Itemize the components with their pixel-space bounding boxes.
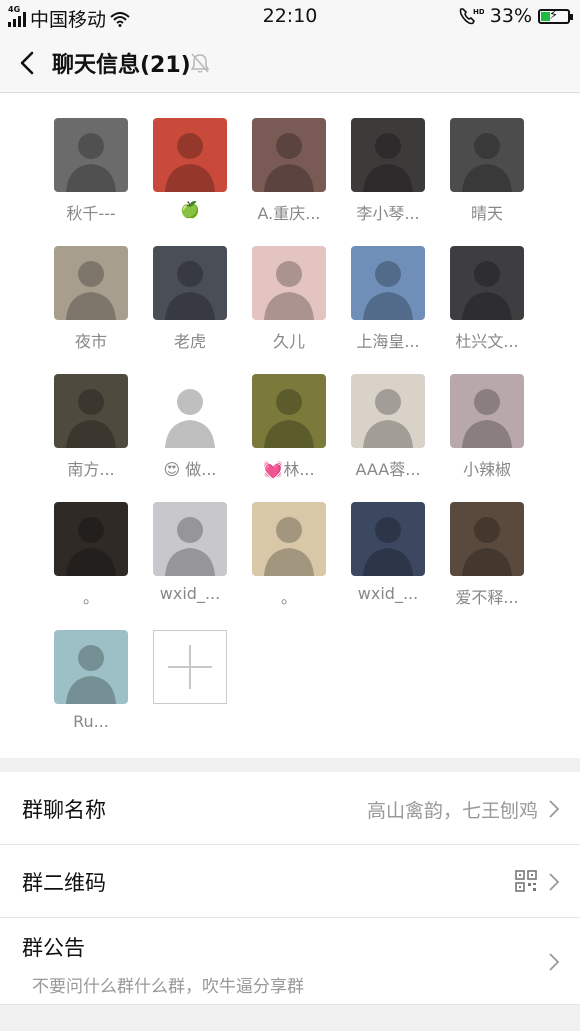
nav-bar: 聊天信息(21) (0, 34, 580, 93)
group-qr-row[interactable]: 群二维码 (0, 845, 580, 918)
member-item[interactable]: AAA蓉... (343, 374, 433, 480)
avatar (54, 630, 128, 704)
member-item[interactable]: 。 (46, 502, 136, 608)
battery-icon: ⚡ (538, 8, 573, 24)
avatar (252, 502, 326, 576)
member-name: 秋千--- (66, 204, 116, 223)
hd-call-icon: HD (459, 8, 484, 25)
chevron-right-icon (549, 953, 560, 971)
battery-percent: 33% (489, 5, 532, 27)
avatar (252, 118, 326, 192)
avatar (450, 246, 524, 320)
member-name: 李小琴... (356, 204, 420, 223)
avatar (450, 502, 524, 576)
group-notice-text: 不要问什么群什么群，吹牛逼分享群 (32, 977, 304, 997)
member-item[interactable]: wxid_... (145, 502, 235, 603)
member-name: 🍏 (180, 200, 200, 219)
member-name: AAA蓉... (355, 460, 421, 479)
member-item[interactable]: 秋千--- (46, 118, 136, 224)
member-item[interactable]: 夜市 (46, 246, 136, 352)
avatar (252, 374, 326, 448)
member-grid: 秋千--- 🍏 A.重庆... 李小琴... 晴天夜市 老虎 久儿 上海皇... 杜兴文... 南… (0, 93, 580, 758)
avatar (153, 502, 227, 576)
chevron-right-icon (549, 873, 560, 891)
group-name-label: 群聊名称 (22, 798, 106, 822)
member-item[interactable]: 晴天 (442, 118, 532, 224)
member-item[interactable]: 杜兴文... (442, 246, 532, 352)
avatar (54, 246, 128, 320)
avatar (54, 502, 128, 576)
add-member-button[interactable] (145, 630, 235, 704)
member-item[interactable]: 小辣椒 (442, 374, 532, 480)
member-name: 。 (280, 588, 297, 607)
avatar (54, 118, 128, 192)
member-name: 😍 做... (163, 460, 217, 479)
member-name: Ru... (73, 712, 109, 731)
group-qr-label: 群二维码 (22, 871, 106, 895)
member-item[interactable]: 。 (244, 502, 334, 608)
member-name: wxid_... (357, 584, 419, 603)
member-item[interactable]: Ru... (46, 630, 136, 731)
group-name-value: 高山禽韵，七王刨鸡 (366, 800, 538, 822)
member-name: A.重庆... (257, 204, 321, 223)
member-name: 杜兴文... (455, 332, 519, 351)
member-name: 爱不释... (455, 588, 519, 607)
avatar (351, 246, 425, 320)
member-item[interactable]: 老虎 (145, 246, 235, 352)
member-item[interactable]: A.重庆... (244, 118, 334, 224)
member-name: 老虎 (173, 332, 206, 351)
avatar (153, 118, 227, 192)
plus-icon (153, 630, 227, 704)
avatar (351, 374, 425, 448)
avatar (252, 246, 326, 320)
settings-list: 群聊名称 高山禽韵，七王刨鸡 群二维码 群公告 不要问什么群什么群，吹牛逼分享群 (0, 772, 580, 1005)
chevron-right-icon (549, 800, 560, 818)
chevron-left-icon[interactable] (16, 48, 40, 78)
qr-code-icon (515, 870, 537, 892)
group-notice-label: 群公告 (22, 936, 85, 960)
member-item[interactable]: wxid_... (343, 502, 433, 603)
member-name: wxid_... (159, 584, 221, 603)
member-name: 南方... (67, 460, 115, 479)
status-bar: 4G 中国移动 22:10 HD 33% ⚡ (0, 0, 580, 34)
member-item[interactable]: 爱不释... (442, 502, 532, 608)
member-name: 。 (82, 588, 99, 607)
avatar (351, 118, 425, 192)
bell-off-icon (190, 53, 210, 73)
avatar (153, 246, 227, 320)
member-item[interactable]: 😍 做... (145, 374, 235, 480)
group-notice-row[interactable]: 群公告 不要问什么群什么群，吹牛逼分享群 (0, 918, 580, 1005)
member-item[interactable]: 南方... (46, 374, 136, 480)
group-name-row[interactable]: 群聊名称 高山禽韵，七王刨鸡 (0, 772, 580, 845)
page-title: 聊天信息(21) (52, 53, 191, 78)
avatar (450, 374, 524, 448)
member-item[interactable]: 🍏 (145, 118, 235, 219)
avatar (351, 502, 425, 576)
member-item[interactable]: 李小琴... (343, 118, 433, 224)
avatar (54, 374, 128, 448)
member-item[interactable]: 上海皇... (343, 246, 433, 352)
avatar (153, 374, 227, 448)
member-name: 夜市 (74, 332, 107, 351)
svg-text:HD: HD (473, 8, 484, 16)
member-name: 晴天 (470, 204, 503, 223)
member-item[interactable]: 久儿 (244, 246, 334, 352)
member-name: 久儿 (272, 332, 305, 351)
avatar (450, 118, 524, 192)
status-right: HD 33% ⚡ (458, 5, 573, 27)
member-name: 💓林... (263, 460, 315, 479)
member-name: 小辣椒 (462, 460, 511, 479)
member-name: 上海皇... (356, 332, 420, 351)
member-item[interactable]: 💓林... (244, 374, 334, 480)
